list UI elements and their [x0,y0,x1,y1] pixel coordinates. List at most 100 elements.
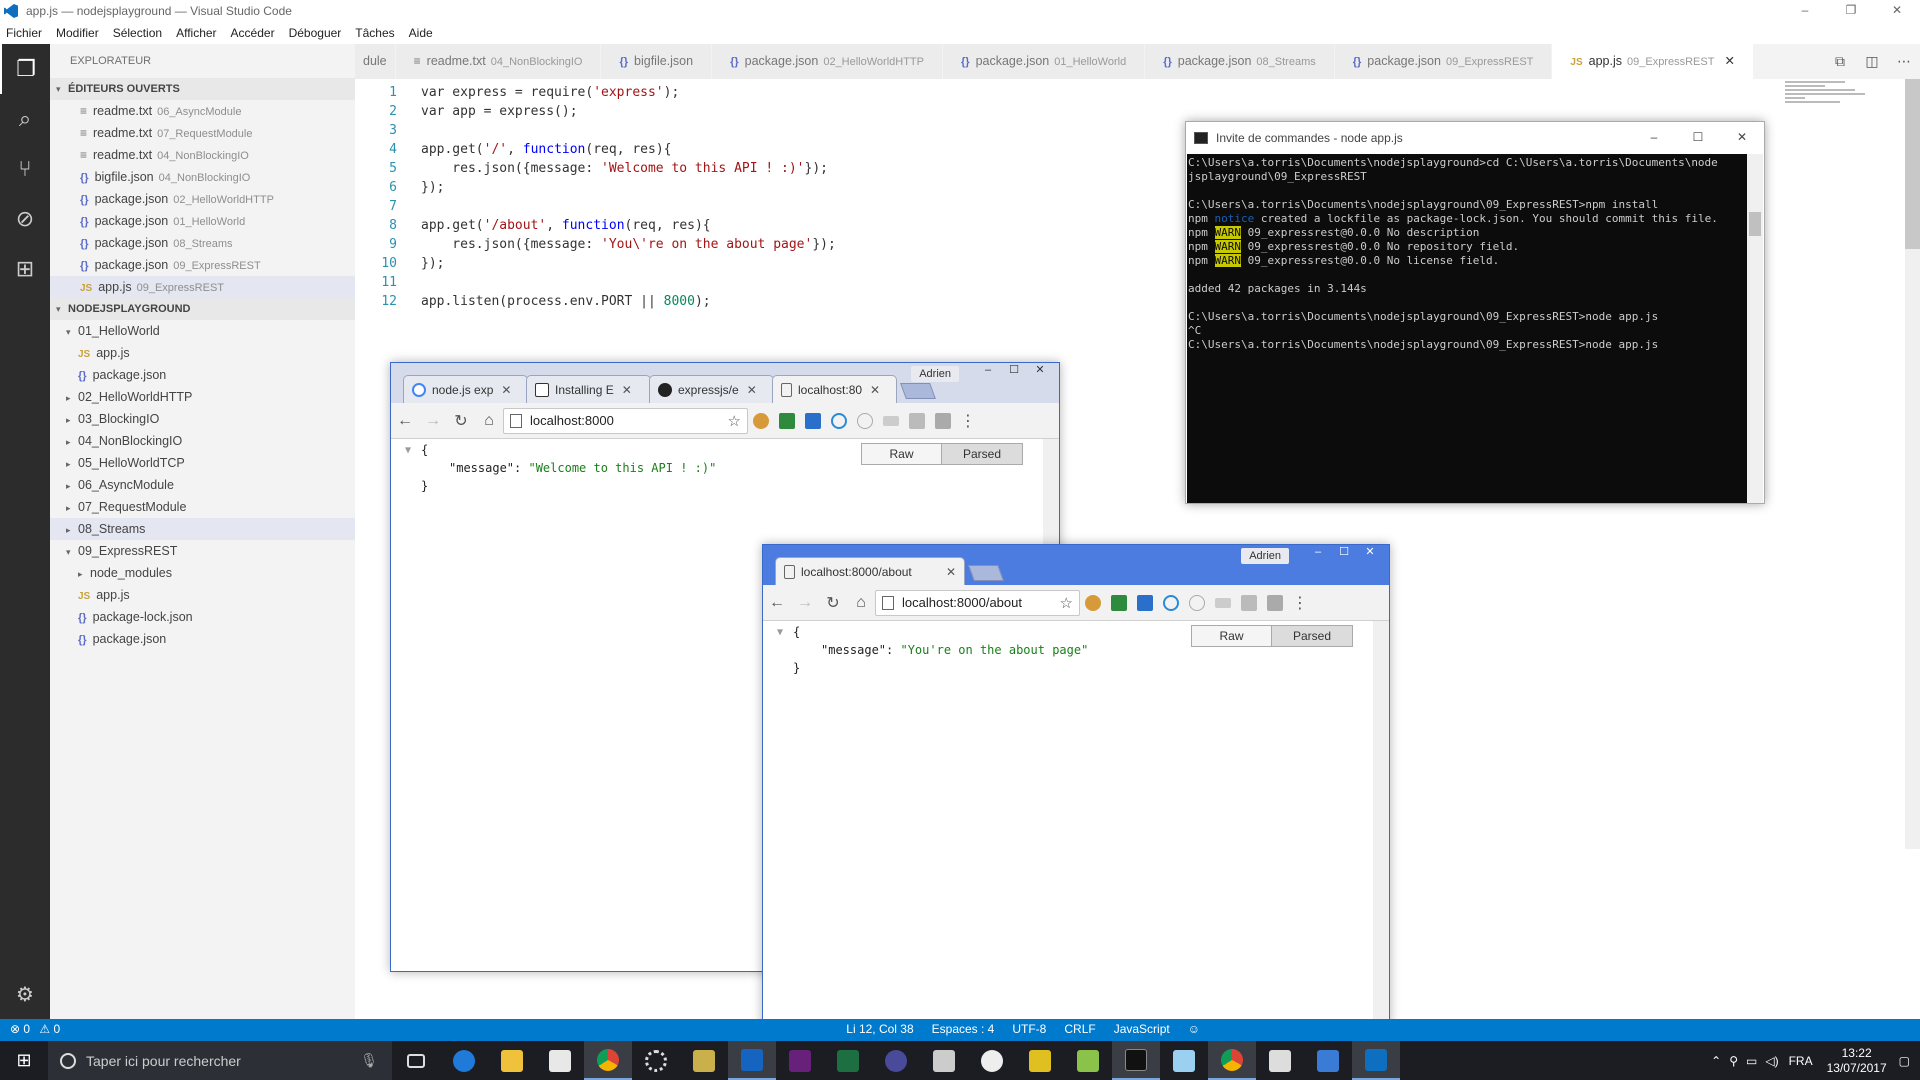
chrome-minimize-button[interactable]: – [1305,545,1331,561]
tree-folder[interactable]: ▾ 09_ExpressREST [50,540,355,562]
code-line[interactable]: 9 res.json({message: 'You\'re on the abo… [355,235,836,254]
chrome-menu-icon[interactable]: ⋮ [956,411,980,431]
new-tab-button[interactable] [900,383,936,399]
source-control-icon[interactable]: ⑂ [0,144,50,194]
editor-tab[interactable]: dule [355,44,396,79]
open-editor-item[interactable]: {} package.json 09_ExpressREST [50,254,355,276]
app-document-icon[interactable] [920,1041,968,1080]
editor-tab[interactable]: {} bigfile.json [601,44,713,79]
chrome-tab-google[interactable]: node.js exp ✕ [403,375,528,403]
command-prompt-window[interactable]: Invite de commandes - node app.js – ☐ ✕ … [1185,121,1765,504]
forward-icon[interactable]: → [791,594,819,612]
app-grid-icon[interactable] [1016,1041,1064,1080]
cmd-maximize-button[interactable]: ☐ [1676,122,1720,152]
chrome-frame[interactable]: Adrien – ☐ ✕ node.js exp ✕ Installing E ✕ … [391,363,1059,403]
reload-icon[interactable]: ↻ [447,411,475,431]
code-line[interactable]: 11 [355,273,421,292]
menu-acceder[interactable]: Accéder [231,26,275,40]
tree-folder[interactable]: ▸ 06_AsyncModule [50,474,355,496]
vscode-taskbar-icon[interactable] [1352,1041,1400,1080]
home-icon[interactable]: ⌂ [847,594,875,612]
notepad-icon[interactable] [1064,1041,1112,1080]
code-line[interactable]: 12 app.listen(process.env.PORT || 8000); [355,292,710,311]
page-info-icon[interactable] [510,413,522,428]
tree-file[interactable]: JS app.js [50,342,355,364]
app-globe-icon[interactable] [968,1041,1016,1080]
cursor-position[interactable]: Li 12, Col 38 [846,1022,913,1036]
tree-folder[interactable]: ▸ node_modules [50,562,355,584]
extension-puzzle-icon[interactable] [904,412,930,429]
extension-sync-icon[interactable] [800,412,826,429]
network-icon[interactable]: ▭ [1746,1054,1757,1068]
taskbar-search-box[interactable]: Taper ici pour rechercher 🎙 [48,1041,392,1080]
tree-folder[interactable]: ▸ 07_RequestModule [50,496,355,518]
open-editor-item[interactable]: ≡ readme.txt 07_RequestModule [50,122,355,144]
chrome-tab-express[interactable]: Installing E ✕ [526,375,651,403]
code-line[interactable]: 5 res.json({message: 'Welcome to this AP… [355,159,828,178]
minimap[interactable] [1785,79,1910,109]
tool-icon[interactable] [680,1041,728,1080]
editor-tab[interactable]: JS app.js 09_ExpressREST ✕ [1552,44,1754,79]
chrome-taskbar-icon[interactable] [584,1041,632,1080]
home-icon[interactable]: ⌂ [475,412,503,430]
volume-icon[interactable]: ◁) [1765,1054,1778,1068]
tree-folder[interactable]: ▸ 08_Streams [50,518,355,540]
chrome-tab-about[interactable]: localhost:8000/about ✕ [775,557,965,585]
more-actions-icon[interactable]: ⋯ [1888,53,1920,70]
chrome-window-about[interactable]: Adrien – ☐ ✕ localhost:8000/about ✕ ← → ↻… [762,544,1390,1041]
code-line[interactable]: 4 app.get('/', function(req, res){ [355,140,671,159]
tray-misc-icon[interactable]: ⚲ [1729,1054,1738,1068]
tree-folder[interactable]: ▸ 02_HelloWorldHTTP [50,386,355,408]
project-header[interactable]: ▾ NODEJSPLAYGROUND [50,298,355,320]
reload-icon[interactable]: ↻ [819,593,847,613]
minimize-button[interactable]: – [1782,0,1828,22]
extension-circle-icon[interactable] [1184,594,1210,611]
chrome-frame[interactable]: Adrien – ☐ ✕ localhost:8000/about ✕ [763,545,1389,585]
extension-puzzle-icon[interactable] [1236,594,1262,611]
feedback-smiley-icon[interactable]: ☺ [1188,1022,1200,1036]
tree-file[interactable]: {} package-lock.json [50,606,355,628]
menu-afficher[interactable]: Afficher [176,26,216,40]
chrome-tab-github[interactable]: expressjs/e ✕ [649,375,774,403]
microphone-icon[interactable]: 🎙 [360,1052,378,1069]
tree-folder[interactable]: ▸ 05_HelloWorldTCP [50,452,355,474]
maximize-button[interactable]: ❐ [1828,0,1874,22]
open-editor-item[interactable]: {} package.json 02_HelloWorldHTTP [50,188,355,210]
extension-wave-icon[interactable] [1158,594,1184,611]
extension-keyboard-icon[interactable] [878,415,904,426]
extension-box-icon[interactable] [1262,594,1288,611]
app-disc-icon[interactable] [872,1041,920,1080]
gear-icon[interactable]: ⚙ [0,982,50,1007]
raw-button[interactable]: Raw [1192,626,1272,646]
collapse-toggle-icon[interactable]: ▼ [405,445,411,456]
address-bar[interactable]: localhost:8000 ☆ [503,407,748,434]
bookmark-star-icon[interactable]: ☆ [728,412,741,430]
page-info-icon[interactable] [882,595,894,610]
cmd-close-button[interactable]: ✕ [1720,122,1764,152]
collapse-toggle-icon[interactable]: ▼ [777,627,783,638]
code-line[interactable]: 7 [355,197,421,216]
editor-scrollbar[interactable] [1905,79,1920,849]
chrome-user-badge[interactable]: Adrien [1241,548,1289,564]
tab-close-icon[interactable]: ✕ [1724,54,1734,68]
code-line[interactable]: 10}); [355,254,444,273]
new-tab-button[interactable] [968,565,1004,581]
menu-selection[interactable]: Sélection [113,26,162,40]
app-paper-icon[interactable] [1160,1041,1208,1080]
tray-expand-icon[interactable]: ⌃ [1711,1054,1721,1068]
menu-taches[interactable]: Tâches [355,26,394,40]
search-icon[interactable]: ⌕ [0,94,50,144]
warnings-count[interactable]: ⚠ 0 [39,1022,60,1036]
explorer-icon[interactable]: ❐ [0,44,50,94]
editor-tab[interactable]: {} package.json 09_ExpressREST [1334,44,1553,79]
open-editor-item[interactable]: JS app.js 09_ExpressREST [50,276,355,298]
outlook-icon[interactable] [728,1041,776,1080]
tree-file[interactable]: {} package.json [50,628,355,650]
clock[interactable]: 13:22 13/07/2017 [1827,1046,1887,1076]
tree-file[interactable]: {} package.json [50,364,355,386]
extension-wave-icon[interactable] [826,412,852,429]
visual-studio-icon[interactable] [776,1041,824,1080]
notification-icon[interactable]: ▢ [1899,1054,1910,1068]
app-picture-icon[interactable] [1256,1041,1304,1080]
page-scrollbar[interactable] [1373,621,1389,1038]
